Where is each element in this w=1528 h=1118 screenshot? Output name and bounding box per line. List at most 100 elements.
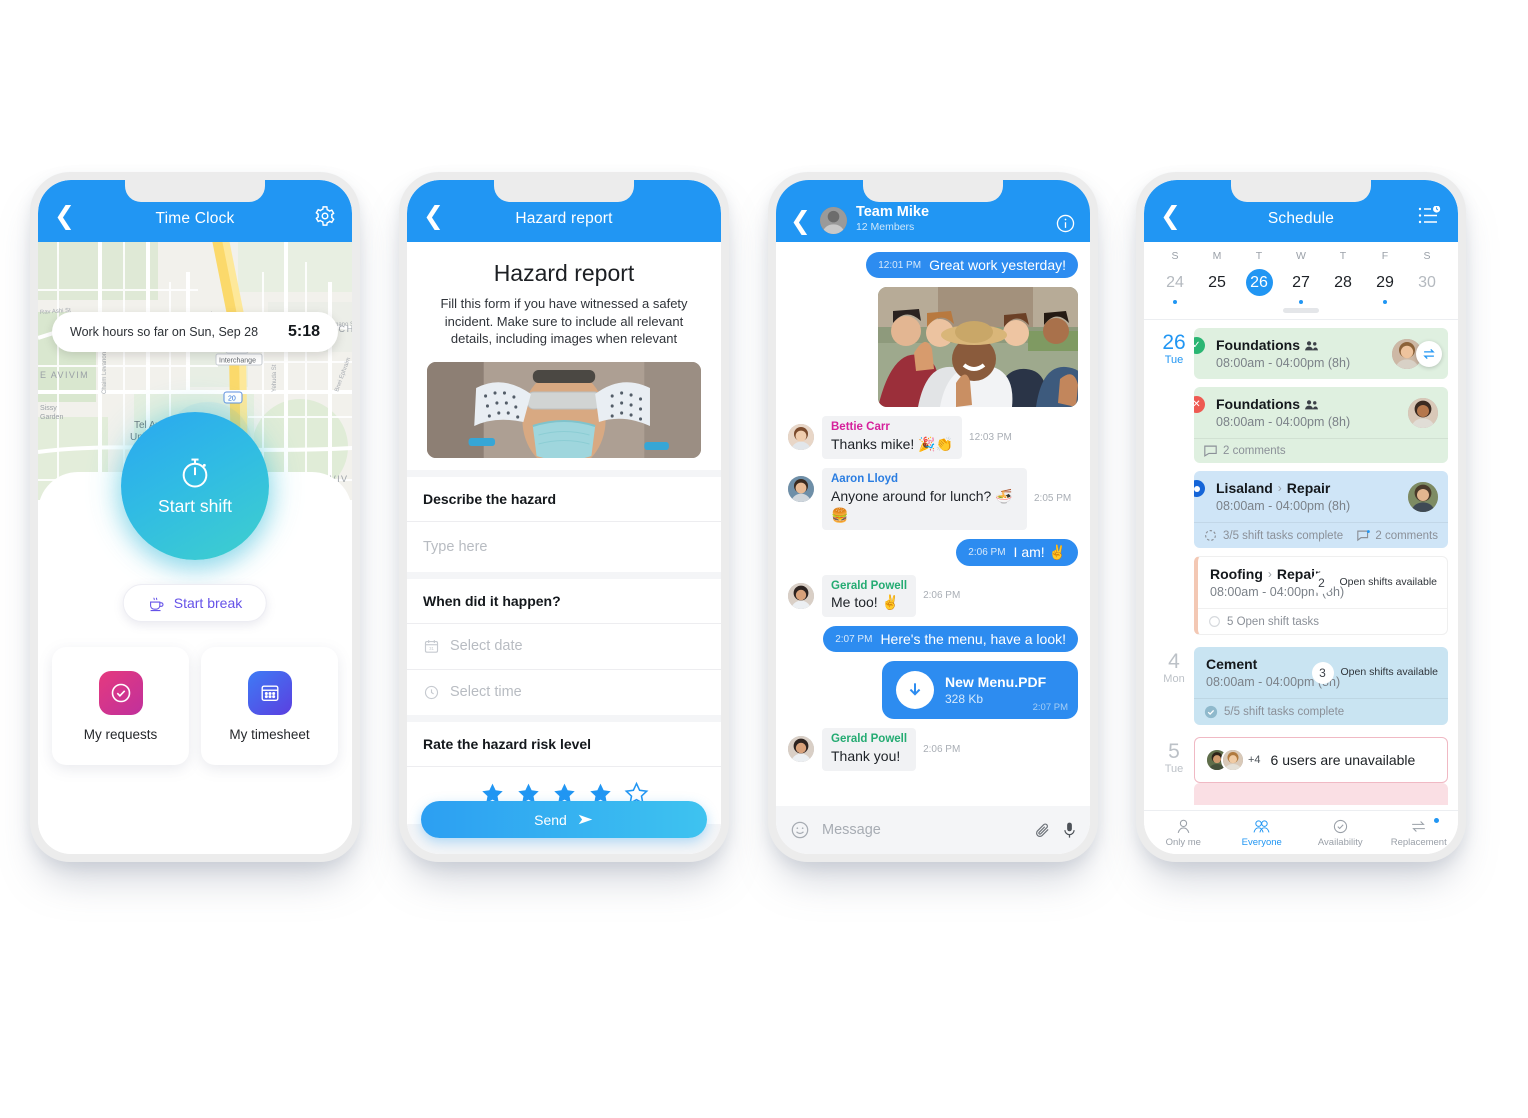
info-circle-icon[interactable] [1055, 213, 1076, 234]
message-input[interactable]: Message [822, 822, 1022, 838]
shift-card[interactable]: ✓ Foundations 08:00am - 04:00pm (8h) [1194, 328, 1448, 379]
message-row: Gerald Powell Me too! ✌️ 2:06 PM [788, 574, 1078, 618]
calendar-day[interactable]: 27 [1280, 262, 1322, 308]
message-bubble-incoming: Aaron Lloyd Anyone around for lunch? 🍜🍔 [822, 467, 1027, 530]
day-number: 28 [1334, 274, 1352, 291]
tab-replacement[interactable]: Replacement [1380, 811, 1459, 854]
download-icon[interactable] [896, 671, 934, 710]
file-size: 328 Kb [945, 691, 984, 706]
calendar-day-selected[interactable]: 26 [1238, 262, 1280, 308]
comments-group[interactable]: 2 comments [1357, 530, 1438, 542]
tile-label: My timesheet [229, 726, 310, 742]
calendar-day[interactable]: 28 [1322, 262, 1364, 308]
shift-sub-row[interactable]: 5/5 shift tasks complete [1194, 698, 1448, 725]
start-shift-button[interactable]: Start shift [121, 412, 269, 560]
calendar-day[interactable]: 30 [1406, 262, 1448, 308]
send-button[interactable]: Send [421, 801, 707, 838]
avatar[interactable] [1408, 397, 1438, 428]
paperclip-icon[interactable] [1034, 822, 1051, 839]
start-break-button[interactable]: Start break [122, 584, 268, 622]
calendar-day[interactable]: 25 [1196, 262, 1238, 308]
weekday-label: S [1171, 250, 1179, 262]
shift-main: Lisaland › Repair 08:00am - 04:00pm (8h) [1194, 471, 1448, 522]
open-shift-card[interactable]: Cement 08:00am - 04:00pm (8h) 3 Open shi… [1194, 647, 1448, 725]
select-date-field[interactable]: 31 Select date [407, 624, 721, 670]
work-hours-value: 5:18 [287, 323, 320, 340]
send-label: Send [534, 811, 567, 828]
schedule-list-button[interactable] [1418, 206, 1442, 226]
avatar[interactable] [788, 582, 814, 609]
message-text: Great work yesterday! [929, 257, 1066, 273]
chat-header: ❮ Team Mike 12 Members [776, 180, 1090, 242]
file-name: New Menu.PDF [945, 674, 1047, 691]
group-avatar[interactable] [819, 207, 847, 234]
day-group: 26 Tue ✓ Foundations 08:00am - 04:00pm (… [1154, 328, 1448, 643]
avatar[interactable] [788, 424, 814, 450]
day-group: 4 Mon Cement 08:00am - 04:00pm (8h) 3 Op… [1154, 647, 1448, 733]
sender-name: Aaron Lloyd [831, 472, 899, 485]
status-badge-active [1194, 480, 1205, 497]
hazard-form: Hazard report Fill this form if you have… [407, 242, 721, 854]
chevron-right-icon: › [1267, 567, 1272, 581]
message-time: 2:06 PM [923, 744, 961, 756]
message-time: 2:07 PM [1032, 702, 1068, 714]
day-number: 29 [1376, 274, 1394, 291]
tab-everyone[interactable]: Everyone [1223, 811, 1302, 854]
svg-text:Garden: Garden [40, 414, 63, 421]
tile-my-timesheet[interactable]: My timesheet [201, 647, 338, 765]
shift-card[interactable]: ✕ Foundations 08:00am - 04:00pm (8h) 2 c… [1194, 387, 1448, 463]
chat-title-block: Team Mike 12 Members [856, 204, 929, 234]
day-cards: +4 6 users are unavailable [1194, 737, 1448, 805]
settings-button[interactable] [314, 205, 336, 227]
week-calendar[interactable]: S M T W T F S 24 25 26 27 28 29 30 [1144, 242, 1458, 320]
message-text: Here's the menu, have a look! [880, 631, 1066, 648]
weekday-label: T [1339, 250, 1347, 262]
weekday-label: T [1255, 250, 1263, 262]
calendar-day[interactable]: 24 [1154, 262, 1196, 308]
back-button[interactable]: ❮ [790, 209, 811, 234]
swap-shift-button[interactable] [1416, 340, 1442, 367]
tab-label: Availability [1317, 836, 1363, 848]
avatar[interactable] [788, 475, 814, 502]
back-button[interactable]: ❮ [54, 203, 80, 229]
shift-time: 08:00am - 04:00pm (8h) [1216, 499, 1351, 513]
microphone-icon[interactable] [1063, 821, 1076, 840]
notification-dot [1434, 818, 1439, 823]
describe-placeholder: Type here [423, 538, 488, 555]
clock-icon [424, 685, 439, 699]
tab-availability[interactable]: Availability [1301, 811, 1380, 854]
message-time: 2:07 PM [835, 633, 873, 645]
describe-input[interactable]: Type here [407, 522, 721, 572]
tile-my-requests[interactable]: My requests [52, 647, 189, 765]
question-label: When did it happen? [407, 579, 721, 624]
tab-only-me[interactable]: Only me [1144, 811, 1223, 854]
chat-messages[interactable]: 12:01 PM Great work yesterday! Bettie Ca… [776, 242, 1090, 806]
smiley-icon[interactable] [790, 820, 810, 840]
message-text: Anyone around for lunch? 🍜🍔 [831, 487, 1013, 523]
day-marker: 4 Mon [1154, 647, 1194, 733]
avatar[interactable] [1408, 481, 1438, 512]
shift-sub-row[interactable]: 5 Open shift tasks [1198, 608, 1447, 634]
message-bubble-file[interactable]: New Menu.PDF 328 Kb 2:07 PM [882, 661, 1078, 720]
chat-input-bar: Message [776, 806, 1090, 854]
select-time-field[interactable]: Select time [407, 670, 721, 715]
chevron-right-icon: › [1277, 481, 1282, 495]
shift-card[interactable]: Lisaland › Repair 08:00am - 04:00pm (8h) [1194, 471, 1448, 548]
calendar-expand-handle[interactable] [1283, 308, 1319, 313]
shift-sub-row[interactable]: 3/5 shift tasks complete 2 comments [1194, 522, 1448, 548]
avatar[interactable] [788, 736, 814, 763]
quick-tiles: My requests My timesheet [52, 647, 338, 765]
calendar-day[interactable]: 29 [1364, 262, 1406, 308]
day-number: 26 [1245, 269, 1273, 296]
shift-time: 08:00am - 04:00pm (8h) [1216, 415, 1351, 429]
shift-title: Roofing [1210, 566, 1263, 582]
message-bubble-incoming: Gerald Powell Thank you! [822, 728, 917, 772]
schedule-content[interactable]: S M T W T F S 24 25 26 27 28 29 30 26 Tu… [1144, 242, 1458, 810]
weekday-label: F [1381, 250, 1389, 262]
back-button[interactable]: ❮ [423, 203, 449, 229]
open-shift-card[interactable]: Roofing › Repair 08:00am - 04:00pm (8h) … [1194, 556, 1448, 635]
unavailable-users-card[interactable]: +4 6 users are unavailable [1194, 737, 1448, 783]
back-button[interactable]: ❮ [1160, 203, 1186, 229]
message-image[interactable] [878, 287, 1078, 407]
shift-sub-row[interactable]: 2 comments [1194, 438, 1448, 463]
